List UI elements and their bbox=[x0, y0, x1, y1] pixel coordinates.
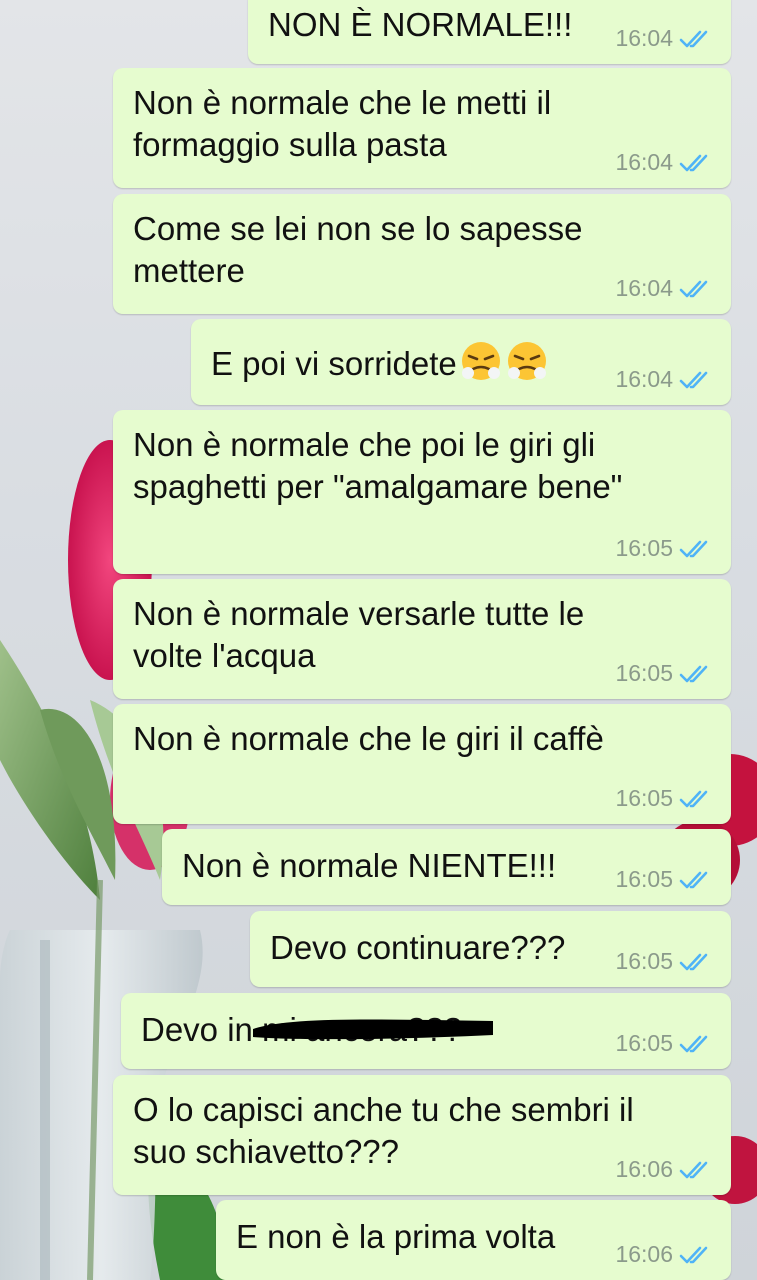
double-check-icon bbox=[679, 1161, 708, 1178]
message-time: 16:06 bbox=[615, 1156, 673, 1182]
face-with-steam-from-nose-icon bbox=[507, 342, 546, 380]
message-bubble[interactable]: E poi vi sorridete 16:04 bbox=[191, 319, 731, 405]
face-with-steam-from-nose-icon bbox=[461, 342, 500, 380]
message-bubble[interactable]: Devo in mi ancora??? 16:05 bbox=[121, 993, 731, 1069]
message-text: Non è normale NIENTE!!! bbox=[182, 847, 557, 884]
message-bubble[interactable]: Non è normale versarle tutte le volte l'… bbox=[113, 579, 731, 699]
double-check-icon bbox=[679, 953, 708, 970]
double-check-icon bbox=[679, 871, 708, 888]
message-text: E poi vi sorridete bbox=[211, 339, 591, 385]
message-time: 16:04 bbox=[615, 275, 673, 301]
message-meta: 16:04 bbox=[615, 149, 713, 176]
message-time: 16:05 bbox=[615, 535, 673, 561]
message-text: Devo continuare??? bbox=[270, 929, 566, 966]
message-text: Non è normale versarle tutte le volte l'… bbox=[133, 595, 585, 674]
message-text-content: E poi vi sorridete bbox=[211, 345, 457, 382]
message-meta: 16:05 bbox=[615, 535, 713, 562]
message-text: Non è normale che le giri il caffè bbox=[133, 720, 604, 757]
double-check-icon bbox=[679, 1035, 708, 1052]
message-text: NON È NORMALE!!! bbox=[268, 6, 573, 43]
double-check-icon bbox=[679, 154, 708, 171]
message-bubble[interactable]: Devo continuare??? 16:05 bbox=[250, 911, 731, 987]
message-list[interactable]: NON È NORMALE!!! 16:04 Non è normale che… bbox=[0, 0, 757, 1280]
double-check-icon bbox=[679, 30, 708, 47]
message-meta: 16:05 bbox=[615, 660, 713, 687]
message-time: 16:05 bbox=[615, 1030, 673, 1056]
double-check-icon bbox=[679, 540, 708, 557]
message-time: 16:05 bbox=[615, 866, 673, 892]
message-bubble[interactable]: E non è la prima volta 16:06 bbox=[216, 1200, 731, 1280]
double-check-icon bbox=[679, 1246, 708, 1263]
message-meta: 16:06 bbox=[615, 1156, 713, 1183]
message-bubble[interactable]: Come se lei non se lo sapesse mettere 16… bbox=[113, 194, 731, 314]
message-time: 16:05 bbox=[615, 948, 673, 974]
message-text: Non è normale che poi le giri gli spaghe… bbox=[133, 426, 623, 505]
double-check-icon bbox=[679, 790, 708, 807]
message-text: Devo in mi ancora??? bbox=[141, 1011, 463, 1048]
message-bubble[interactable]: Non è normale che le metti il formaggio … bbox=[113, 68, 731, 188]
message-time: 16:04 bbox=[615, 25, 673, 51]
message-meta: 16:05 bbox=[615, 866, 713, 893]
message-bubble[interactable]: NON È NORMALE!!! 16:04 bbox=[248, 0, 731, 64]
message-meta: 16:05 bbox=[615, 785, 713, 812]
message-time: 16:06 bbox=[615, 1241, 673, 1267]
message-time: 16:05 bbox=[615, 660, 673, 686]
message-time: 16:04 bbox=[615, 366, 673, 392]
message-text: E non è la prima volta bbox=[236, 1218, 556, 1255]
message-bubble[interactable]: O lo capisci anche tu che sembri il suo … bbox=[113, 1075, 731, 1195]
message-meta: 16:04 bbox=[615, 25, 713, 52]
message-meta: 16:04 bbox=[615, 366, 713, 393]
message-bubble[interactable]: Non è normale che poi le giri gli spaghe… bbox=[113, 410, 731, 574]
message-meta: 16:04 bbox=[615, 275, 713, 302]
message-meta: 16:06 bbox=[615, 1241, 713, 1268]
message-text: Non è normale che le metti il formaggio … bbox=[133, 84, 552, 163]
message-meta: 16:05 bbox=[615, 1030, 713, 1057]
message-text: Come se lei non se lo sapesse mettere bbox=[133, 210, 583, 289]
message-bubble[interactable]: Non è normale che le giri il caffè 16:05 bbox=[113, 704, 731, 824]
double-check-icon bbox=[679, 665, 708, 682]
double-check-icon bbox=[679, 371, 708, 388]
message-time: 16:05 bbox=[615, 785, 673, 811]
double-check-icon bbox=[679, 280, 708, 297]
message-bubble[interactable]: Non è normale NIENTE!!! 16:05 bbox=[162, 829, 731, 905]
message-time: 16:04 bbox=[615, 149, 673, 175]
message-meta: 16:05 bbox=[615, 948, 713, 975]
